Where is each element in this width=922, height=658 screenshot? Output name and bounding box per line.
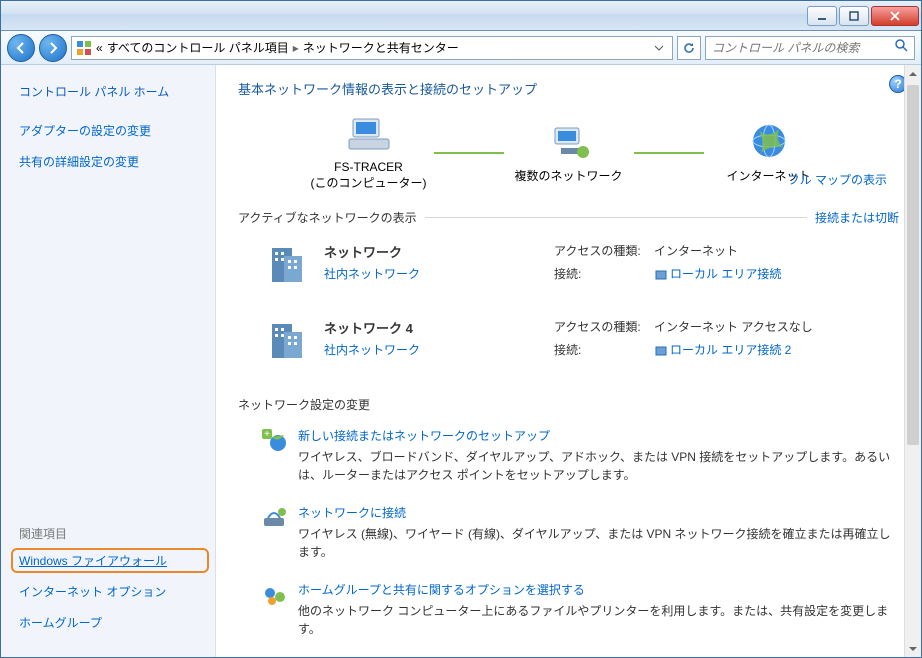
- network-settings-header: ネットワーク設定の変更: [238, 396, 899, 413]
- vertical-scrollbar[interactable]: [904, 65, 921, 657]
- network-name: ネットワーク 4: [324, 318, 554, 337]
- connect-icon: [260, 504, 288, 532]
- access-type-value: インターネット: [654, 242, 738, 259]
- highlight-firewall: Windows ファイアウォール: [11, 548, 209, 573]
- settings-item-title[interactable]: ネットワークに接続: [298, 504, 899, 521]
- address-dropdown-icon[interactable]: [650, 37, 668, 59]
- main-panel: ? 基本ネットワーク情報の表示と接続のセットアップ FS-TRACER (このコ…: [216, 65, 921, 657]
- close-button[interactable]: [871, 6, 919, 26]
- network-card: ネットワーク 4 社内ネットワーク アクセスの種類:インターネット アクセスなし…: [238, 306, 899, 382]
- scroll-thumb[interactable]: [907, 85, 919, 445]
- sidebar-link-inetopt[interactable]: インターネット オプション: [19, 583, 201, 600]
- network-name: ネットワーク: [324, 242, 554, 261]
- back-button[interactable]: [7, 34, 35, 62]
- network-type-link[interactable]: 社内ネットワーク: [324, 267, 420, 281]
- connection-label: 接続:: [554, 265, 654, 282]
- sidebar-link-adapter[interactable]: アダプターの設定の変更: [19, 122, 201, 139]
- settings-item-desc: 他のネットワーク コンピューター上にあるファイルやプリンターを利用します。または…: [298, 602, 899, 638]
- settings-item-desc: ワイヤレス、ブロードバンド、ダイヤルアップ、アドホック、または VPN 接続をセ…: [298, 448, 899, 484]
- search-icon[interactable]: [894, 38, 908, 57]
- network-hub-icon: [545, 121, 593, 161]
- nav-toolbar: « すべてのコントロール パネル項目 ▸ ネットワークと共有センター: [1, 31, 921, 65]
- svg-text:+: +: [264, 429, 270, 440]
- settings-item-desc: ワイヤレス (無線)、ワイヤード (有線)、ダイヤルアップ、または VPN ネッ…: [298, 525, 899, 561]
- forward-button[interactable]: [39, 34, 67, 62]
- map-connector-1: [434, 152, 504, 154]
- minimize-button[interactable]: [807, 6, 837, 26]
- connection-link[interactable]: ローカル エリア接続: [670, 267, 781, 281]
- settings-list: + 新しい接続またはネットワークのセットアップ ワイヤレス、ブロードバンド、ダイ…: [238, 419, 899, 650]
- refresh-button[interactable]: [677, 36, 701, 60]
- connect-disconnect-link[interactable]: 接続または切断: [815, 209, 899, 226]
- active-networks-header-row: アクティブなネットワークの表示 接続または切断: [238, 209, 899, 226]
- settings-item-title[interactable]: 新しい接続またはネットワークのセットアップ: [298, 427, 899, 444]
- connection-label: 接続:: [554, 341, 654, 358]
- sidebar-link-firewall[interactable]: Windows ファイアウォール: [19, 552, 201, 569]
- connection-link[interactable]: ローカル エリア接続 2: [670, 343, 791, 357]
- map-node-multiple[interactable]: 複数のネットワーク: [504, 121, 634, 184]
- access-type-value: インターネット アクセスなし: [654, 318, 813, 335]
- window-frame: « すべてのコントロール パネル項目 ▸ ネットワークと共有センター コントロー…: [0, 0, 922, 658]
- sidebar-link-sharing[interactable]: 共有の詳細設定の変更: [19, 153, 201, 170]
- network-building-icon: [264, 242, 310, 288]
- sidebar-related-header: 関連項目: [19, 525, 201, 542]
- settings-item-connect[interactable]: ネットワークに接続 ワイヤレス (無線)、ワイヤード (有線)、ダイヤルアップ、…: [238, 496, 899, 573]
- map-connector-2: [634, 152, 704, 154]
- access-type-label: アクセスの種類:: [554, 242, 654, 259]
- page-heading: 基本ネットワーク情報の表示と接続のセットアップ: [238, 79, 899, 98]
- maximize-button[interactable]: [839, 6, 869, 26]
- breadcrumb-sep-icon: ▸: [293, 41, 299, 55]
- map-node-2-label: 複数のネットワーク: [514, 167, 622, 184]
- sidebar-home-link[interactable]: コントロール パネル ホーム: [19, 83, 201, 100]
- map-node-1-sub: (このコンピューター): [311, 174, 427, 191]
- computer-icon: [345, 114, 393, 154]
- breadcrumb-prefix: «: [96, 41, 103, 55]
- map-node-this-pc[interactable]: FS-TRACER (このコンピューター): [304, 114, 434, 191]
- nic-icon: [654, 344, 668, 358]
- breadcrumb-1[interactable]: すべてのコントロール パネル項目: [107, 39, 289, 56]
- homegroup-icon: [260, 581, 288, 609]
- settings-item-new-connection[interactable]: + 新しい接続またはネットワークのセットアップ ワイヤレス、ブロードバンド、ダイ…: [238, 419, 899, 496]
- new-connection-icon: +: [260, 427, 288, 455]
- full-map-link[interactable]: フル マップの表示: [788, 171, 887, 188]
- globe-icon: [745, 121, 793, 161]
- access-type-label: アクセスの種類:: [554, 318, 654, 335]
- sidebar: コントロール パネル ホーム アダプターの設定の変更 共有の詳細設定の変更 関連…: [1, 65, 216, 657]
- network-type-link[interactable]: 社内ネットワーク: [324, 343, 420, 357]
- scroll-up-icon[interactable]: [905, 65, 921, 82]
- nic-icon: [654, 268, 668, 282]
- control-panel-icon: [76, 40, 92, 56]
- titlebar: [1, 1, 921, 31]
- search-box[interactable]: [705, 36, 915, 60]
- address-bar[interactable]: « すべてのコントロール パネル項目 ▸ ネットワークと共有センター: [71, 36, 673, 60]
- search-input[interactable]: [712, 41, 894, 55]
- network-building-icon: [264, 318, 310, 364]
- map-node-1-label: FS-TRACER: [334, 160, 403, 174]
- active-networks-header: アクティブなネットワークの表示: [238, 209, 417, 226]
- settings-item-title[interactable]: ホームグループと共有に関するオプションを選択する: [298, 581, 899, 598]
- breadcrumb-2[interactable]: ネットワークと共有センター: [303, 39, 459, 56]
- sidebar-link-homegroup[interactable]: ホームグループ: [19, 614, 201, 631]
- settings-item-homegroup[interactable]: ホームグループと共有に関するオプションを選択する 他のネットワーク コンピュータ…: [238, 573, 899, 650]
- scroll-down-icon[interactable]: [905, 640, 921, 657]
- network-card: ネットワーク 社内ネットワーク アクセスの種類:インターネット 接続: ローカル …: [238, 230, 899, 306]
